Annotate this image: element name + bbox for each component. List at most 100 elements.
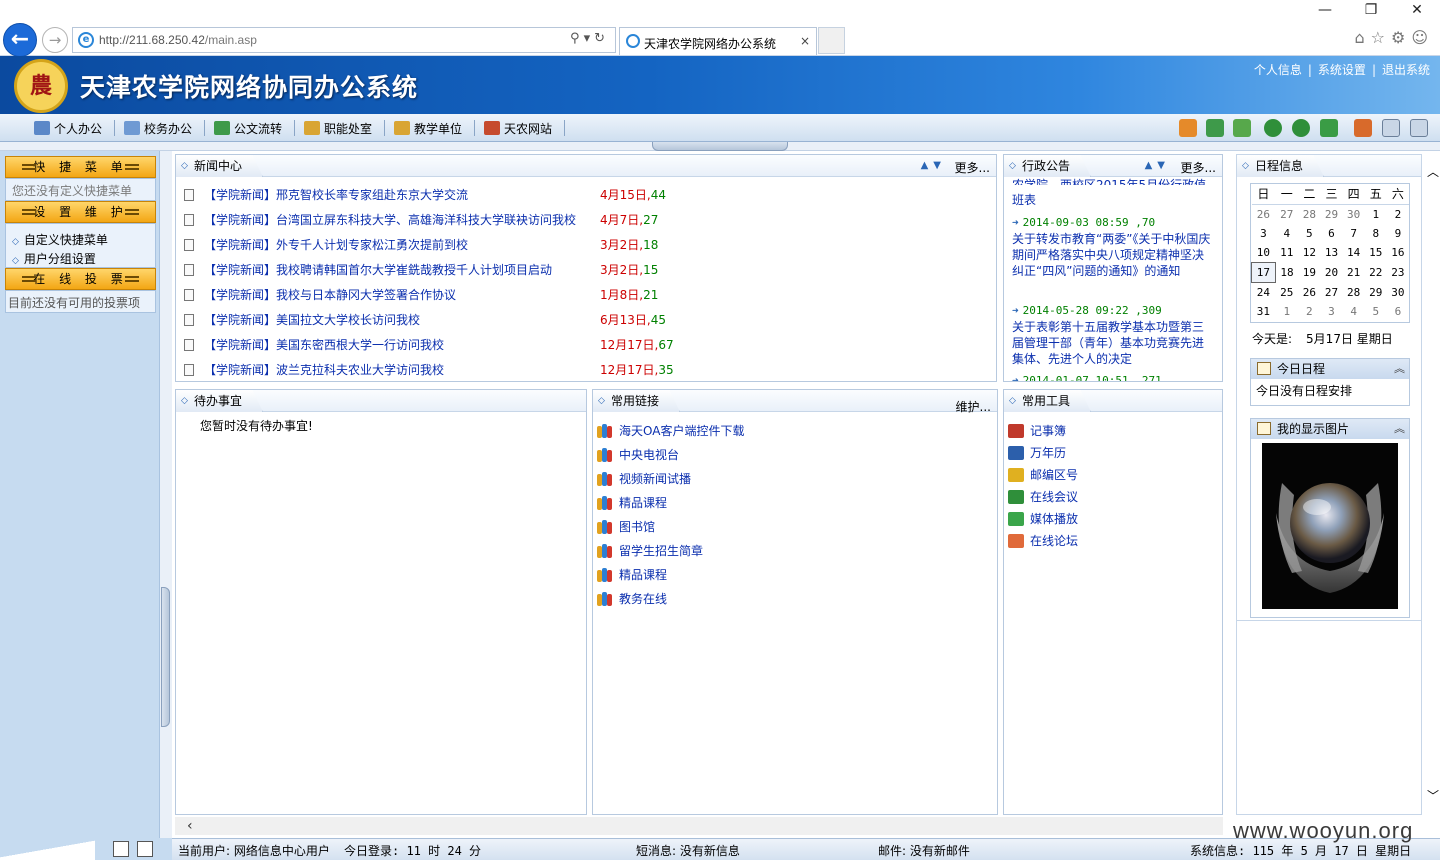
notice-item-text[interactable]: 关于转发市教育“两委”《关于中秋国庆期间严格落实中央八项规定精神坚决纠正“四风”… xyxy=(1012,231,1212,279)
calendar-day[interactable]: 20 xyxy=(1320,263,1342,283)
calendar-day[interactable]: 1 xyxy=(1275,302,1298,322)
calendar-day[interactable]: 22 xyxy=(1365,263,1387,283)
tool-meeting[interactable]: 在线会议 xyxy=(1008,488,1078,505)
tb-maximize-icon[interactable] xyxy=(1410,119,1428,137)
tb-back-icon[interactable] xyxy=(1264,119,1282,137)
calendar-day[interactable]: 3 xyxy=(1320,302,1342,322)
calendar-day[interactable]: 30 xyxy=(1343,204,1365,224)
quick-link[interactable]: 教务在线 xyxy=(597,590,667,607)
tb-restore-icon[interactable] xyxy=(1382,119,1400,137)
tb-home-icon[interactable] xyxy=(1179,119,1197,137)
calendar-day[interactable]: 5 xyxy=(1365,302,1387,322)
news-item-title[interactable]: 【学院新闻】美国东密西根大学一行访问我校 xyxy=(204,338,444,352)
calendar-day[interactable]: 18 xyxy=(1275,263,1298,283)
calendar-day[interactable]: 6 xyxy=(1387,302,1409,322)
scroll-up-icon[interactable]: ︿ xyxy=(1427,163,1439,180)
tb-users-icon[interactable] xyxy=(1233,119,1251,137)
address-bar[interactable]: e http://211.68.250.42/main.asp ⚲▾↻ xyxy=(72,27,616,53)
status-mail[interactable]: 邮件: 没有新邮件 xyxy=(878,842,970,859)
toolbar-school-affairs[interactable]: 校务办公 xyxy=(124,120,192,137)
calendar-today[interactable]: 17 xyxy=(1251,262,1276,283)
calendar-day[interactable]: 19 xyxy=(1298,263,1320,283)
dropdown-arrow-icon[interactable]: ▾ xyxy=(584,31,595,46)
scroll-left-icon[interactable]: ‹ xyxy=(187,818,193,834)
notice-item-text[interactable]: 关于表彰第十五届教学基本功暨第三届管理干部（青年）基本功竞赛先进集体、先进个人的… xyxy=(1012,319,1212,367)
toolbar-website[interactable]: 天农网站 xyxy=(484,120,552,137)
tool-media[interactable]: 媒体播放 xyxy=(1008,510,1078,527)
calendar-day[interactable]: 2 xyxy=(1298,302,1320,322)
personal-info-link[interactable]: 个人信息 xyxy=(1254,63,1302,77)
news-item-title[interactable]: 【学院新闻】我校与日本静冈大学签署合作协议 xyxy=(204,288,456,302)
tool-notebook[interactable]: 记事簿 xyxy=(1008,422,1066,439)
export-shortcut-icon[interactable] xyxy=(137,841,153,857)
splitter-grip-icon[interactable] xyxy=(161,587,170,727)
news-item[interactable]: 【学院新闻】美国东密西根大学一行访问我校 12月17日,67 xyxy=(184,336,674,354)
calendar-day[interactable]: 1 xyxy=(1365,204,1387,224)
custom-shortcut-link[interactable]: ◇ 自定义快捷菜单 xyxy=(6,230,155,249)
collapse-arrows-icon[interactable]: ▲▼ xyxy=(1145,160,1170,171)
left-splitter[interactable] xyxy=(160,151,172,838)
calendar-day[interactable]: 26 xyxy=(1298,282,1320,302)
calendar-day[interactable]: 25 xyxy=(1275,282,1298,302)
tool-forum[interactable]: 在线论坛 xyxy=(1008,532,1078,549)
calendar-day[interactable]: 9 xyxy=(1387,224,1409,244)
user-group-settings-link[interactable]: ◇ 用户分组设置 xyxy=(6,249,155,268)
calendar-day[interactable]: 21 xyxy=(1343,263,1365,283)
news-item[interactable]: 【学院新闻】波兰克拉科夫农业大学访问我校 12月17日,35 xyxy=(184,361,674,379)
calendar-day[interactable]: 8 xyxy=(1365,224,1387,244)
collapse-up-icon[interactable]: ︽ xyxy=(1394,419,1405,439)
news-item[interactable]: 【学院新闻】我校与日本静冈大学签署合作协议 1月8日,21 xyxy=(184,286,658,304)
calendar-day[interactable]: 28 xyxy=(1343,282,1365,302)
quick-link[interactable]: 海天OA客户端控件下载 xyxy=(597,422,744,439)
logout-link[interactable]: 退出系统 xyxy=(1382,63,1430,77)
notices-more-link[interactable]: 更多... xyxy=(1181,159,1216,176)
calendar-day[interactable]: 16 xyxy=(1387,243,1409,263)
news-item[interactable]: 【学院新闻】我校聘请韩国首尔大学崔銑哉教授千人计划项目启动 3月2日,15 xyxy=(184,261,658,279)
back-button[interactable]: ← xyxy=(3,23,37,57)
status-sms[interactable]: 短消息: 没有新信息 xyxy=(636,842,740,859)
refresh-icon[interactable]: ↻ xyxy=(594,31,609,46)
tool-postcode[interactable]: 邮编区号 xyxy=(1008,466,1078,483)
news-item[interactable]: 【学院新闻】台湾国立屏东科技大学、高雄海洋科技大学联袂访问我校 4月7日,27 xyxy=(184,211,658,229)
calendar-day[interactable]: 12 xyxy=(1298,243,1320,263)
quick-link[interactable]: 中央电视台 xyxy=(597,446,679,463)
calendar-day[interactable]: 29 xyxy=(1320,204,1342,224)
window-minimize-button[interactable]: — xyxy=(1302,0,1348,20)
calendar-day[interactable]: 27 xyxy=(1320,282,1342,302)
news-item-title[interactable]: 【学院新闻】邢克智校长率专家组赴东京大学交流 xyxy=(204,188,468,202)
news-item[interactable]: 【学院新闻】邢克智校长率专家组赴东京大学交流 4月15日,44 xyxy=(184,186,666,204)
tb-refresh-icon[interactable] xyxy=(1320,119,1338,137)
shortcut-menu-header[interactable]: 快 捷 菜 单 xyxy=(5,156,156,178)
add-shortcut-icon[interactable] xyxy=(113,841,129,857)
window-close-button[interactable]: ✕ xyxy=(1394,0,1440,20)
quick-link[interactable]: 图书馆 xyxy=(597,518,655,535)
tb-user-icon[interactable] xyxy=(1206,119,1224,137)
tab-close-icon[interactable]: × xyxy=(800,34,810,48)
calendar-day[interactable]: 5 xyxy=(1298,224,1320,244)
calendar-day[interactable]: 13 xyxy=(1320,243,1342,263)
new-tab-button[interactable] xyxy=(818,27,845,54)
toolbar-teaching-units[interactable]: 教学单位 xyxy=(394,120,462,137)
toolbar-personal-office[interactable]: 个人办公 xyxy=(34,120,102,137)
news-item[interactable]: 【学院新闻】美国拉文大学校长访问我校 6月13日,45 xyxy=(184,311,666,329)
links-maintain-link[interactable]: 维护... xyxy=(956,398,991,415)
today-schedule-header[interactable]: 今日日程 ︽ xyxy=(1251,359,1409,379)
feedback-smiley-icon[interactable]: ☺ xyxy=(1411,28,1434,47)
calendar-day[interactable]: 30 xyxy=(1387,282,1409,302)
browser-tab[interactable]: 天津农学院网络办公系统 × xyxy=(619,27,817,55)
tb-edit-icon[interactable] xyxy=(1354,119,1372,137)
display-picture-header[interactable]: 我的显示图片 ︽ xyxy=(1251,419,1409,439)
scroll-down-icon[interactable]: ﹀ xyxy=(1427,787,1439,804)
quick-link[interactable]: 视频新闻试播 xyxy=(597,470,691,487)
calendar-day[interactable]: 6 xyxy=(1320,224,1342,244)
news-more-link[interactable]: 更多... xyxy=(955,159,990,176)
settings-header[interactable]: 设 置 维 护 xyxy=(5,201,156,223)
calendar-day[interactable]: 23 xyxy=(1387,263,1409,283)
calendar-day[interactable]: 28 xyxy=(1298,204,1320,224)
favorites-star-icon[interactable]: ☆ xyxy=(1371,28,1391,47)
toolbar-departments[interactable]: 职能处室 xyxy=(304,120,372,137)
window-restore-button[interactable]: ❐ xyxy=(1348,0,1394,20)
news-item-title[interactable]: 【学院新闻】美国拉文大学校长访问我校 xyxy=(204,313,420,327)
collapse-arrows-icon[interactable]: ▲▼ xyxy=(921,160,946,171)
news-item-title[interactable]: 【学院新闻】台湾国立屏东科技大学、高雄海洋科技大学联袂访问我校 xyxy=(204,213,576,227)
